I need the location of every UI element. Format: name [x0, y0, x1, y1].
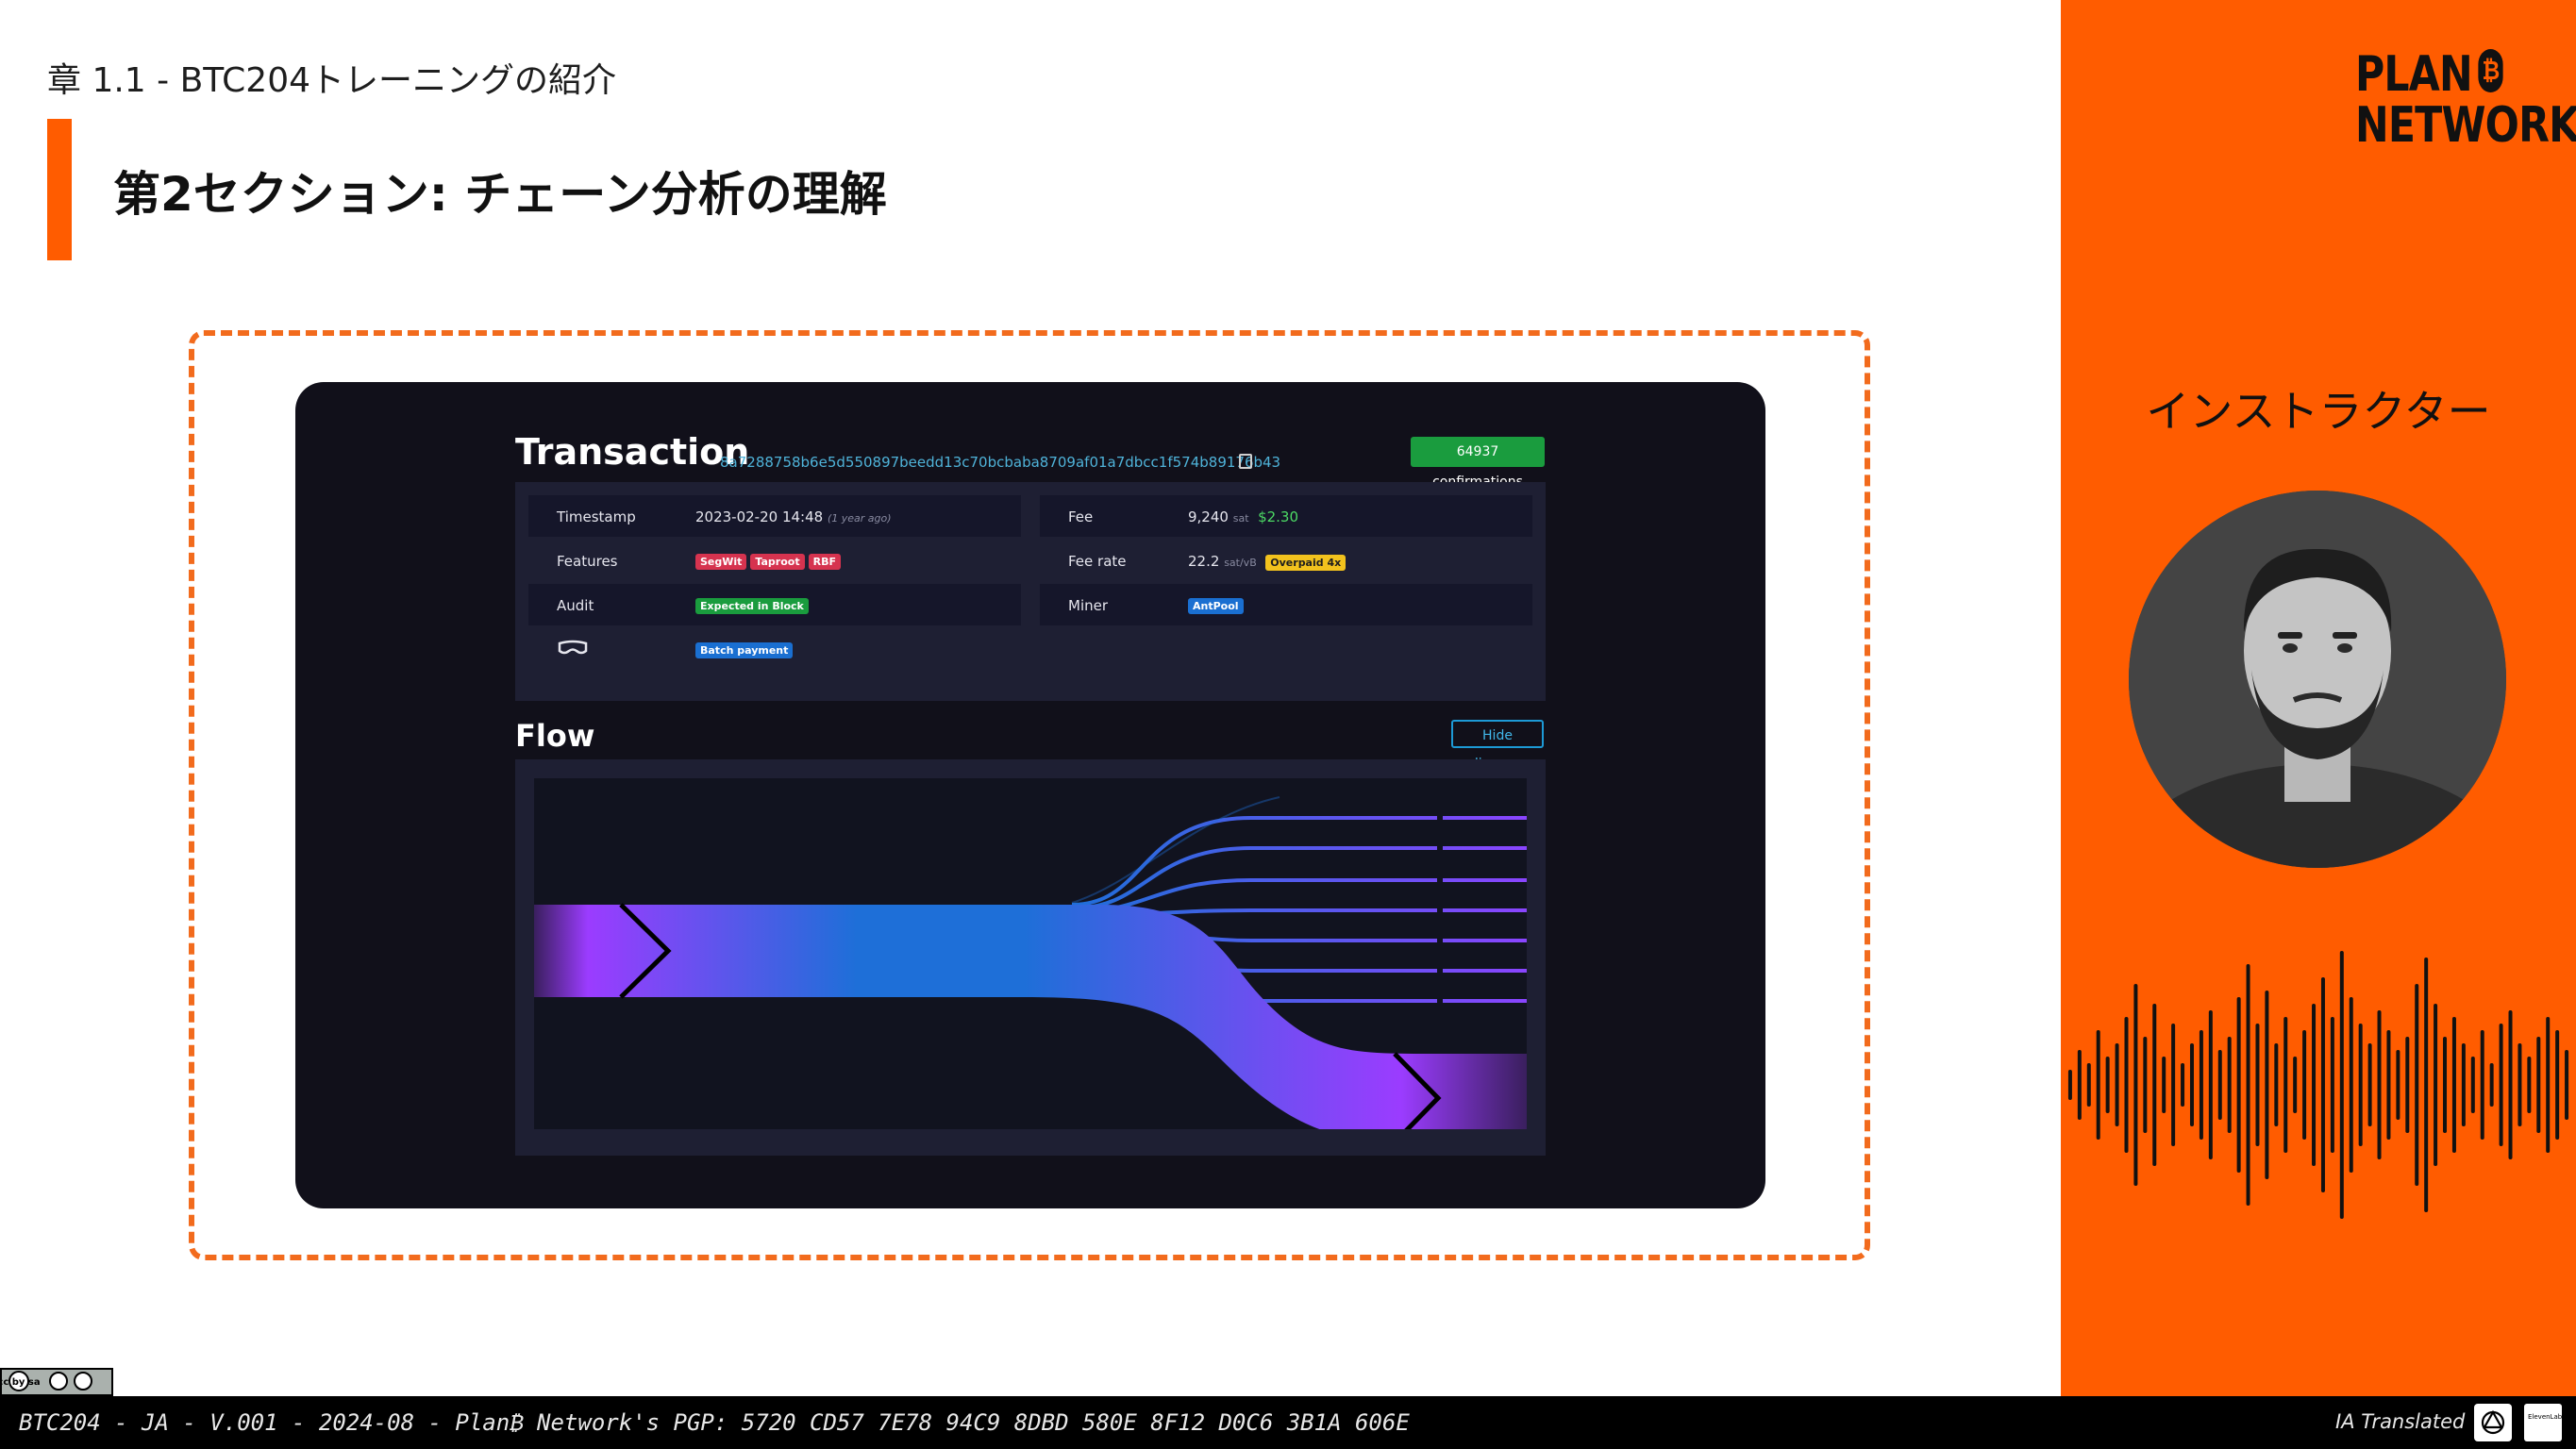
batch-payment-badge: Batch payment: [695, 642, 794, 658]
transaction-hash-link[interactable]: 8a7288758b6e5d550897beedd13c70bcbaba8709…: [720, 454, 1280, 471]
flow-diagram-box: [515, 759, 1546, 1156]
overpaid-badge: Overpaid 4x: [1265, 555, 1347, 571]
plan-b-network-logo: PLAN ₿ NETWORK: [2355, 46, 2576, 154]
title-accent-bar: [47, 119, 72, 260]
timestamp-value: 2023-02-20 14:48 (1 year ago): [695, 508, 892, 525]
features-row: Features SegWit Taproot RBF: [528, 540, 1021, 581]
audio-waveform: [2067, 951, 2569, 1219]
transaction-screenshot: Transaction 8a7288758b6e5d550897beedd13c…: [295, 382, 1765, 1208]
audit-label: Audit: [557, 597, 594, 614]
segwit-badge[interactable]: SegWit: [695, 554, 747, 570]
cc-by-sa-badge: cc by sa: [0, 1368, 113, 1396]
fee-rate-value: 22.2 sat/vB Overpaid 4x: [1188, 553, 1349, 571]
miner-value: AntPool: [1188, 596, 1247, 614]
bitcoin-b-icon: ₿: [2478, 49, 2503, 92]
logo-text-network: NETWORK: [2355, 97, 2576, 154]
audit-row: Audit Expected in Block: [528, 584, 1021, 625]
flow-diagram[interactable]: [534, 778, 1527, 1144]
antpool-badge[interactable]: AntPool: [1188, 598, 1244, 614]
fee-rate-label: Fee rate: [1068, 553, 1127, 570]
miner-label: Miner: [1068, 597, 1109, 614]
timestamp-label: Timestamp: [557, 508, 636, 525]
timestamp-ago: (1 year ago): [827, 512, 892, 525]
footer-bar: BTC204 - JA - V.001 - 2024-08 - Plan₿ Ne…: [0, 1396, 2576, 1449]
miner-row: Miner AntPool: [1040, 584, 1532, 625]
copy-icon[interactable]: [1239, 454, 1252, 469]
batch-value: Batch payment: [695, 641, 796, 658]
section-title: 第2セクション: チェーン分析の理解: [113, 167, 887, 222]
timestamp-row: Timestamp 2023-02-20 14:48 (1 year ago): [528, 495, 1021, 537]
batch-row: Batch payment: [528, 628, 1021, 670]
ia-translated-label: IA Translated: [2335, 1410, 2466, 1433]
taproot-badge[interactable]: Taproot: [750, 554, 805, 570]
cc-text: cc by sa: [2, 1377, 41, 1388]
footer-version-text: BTC204 - JA - V.001 - 2024-08 - Plan₿ Ne…: [19, 1409, 1410, 1436]
features-badges: SegWit Taproot RBF: [695, 552, 845, 570]
expected-in-block-badge: Expected in Block: [695, 598, 809, 614]
audit-value: Expected in Block: [695, 596, 812, 614]
rbf-badge[interactable]: RBF: [808, 554, 841, 570]
instructor-label: インストラクター: [2146, 386, 2491, 437]
fee-amount: 9,240: [1188, 508, 1229, 525]
hide-diagram-button[interactable]: Hide diagram: [1451, 720, 1544, 772]
fee-unit: sat: [1232, 512, 1249, 525]
fee-usd: $2.30: [1258, 508, 1299, 525]
fee-row: Fee 9,240 sat $2.30: [1040, 495, 1532, 537]
fee-rate-amount: 22.2: [1188, 553, 1220, 570]
elevenlabs-icon: ElevenLabs: [2524, 1404, 2566, 1441]
logo-text-plan: PLAN: [2355, 46, 2473, 103]
confirmations-badge: 64937 confirmations: [1411, 437, 1545, 490]
transaction-title: Transaction: [515, 431, 750, 473]
features-label: Features: [557, 553, 618, 570]
fee-rate-unit: sat/vB: [1224, 557, 1257, 569]
flow-diagram-canvas: [534, 778, 1527, 1144]
goggles-icon: [558, 640, 588, 655]
instructor-avatar: [2129, 491, 2506, 868]
timestamp-date: 2023-02-20 14:48: [695, 508, 824, 525]
fee-rate-row: Fee rate 22.2 sat/vB Overpaid 4x: [1040, 540, 1532, 581]
fee-value: 9,240 sat $2.30: [1188, 508, 1298, 525]
openai-icon: [2474, 1404, 2512, 1441]
chapter-breadcrumb: 章 1.1 - BTC204トレーニングの紹介: [47, 61, 617, 100]
instructor-panel: PLAN ₿ NETWORK インストラクター: [2061, 0, 2576, 1396]
fee-label: Fee: [1068, 508, 1094, 525]
creative-commons-icon: cc by sa: [0, 1371, 92, 1391]
transaction-details-box: Timestamp 2023-02-20 14:48 (1 year ago) …: [515, 482, 1546, 701]
flow-title: Flow: [515, 718, 595, 754]
